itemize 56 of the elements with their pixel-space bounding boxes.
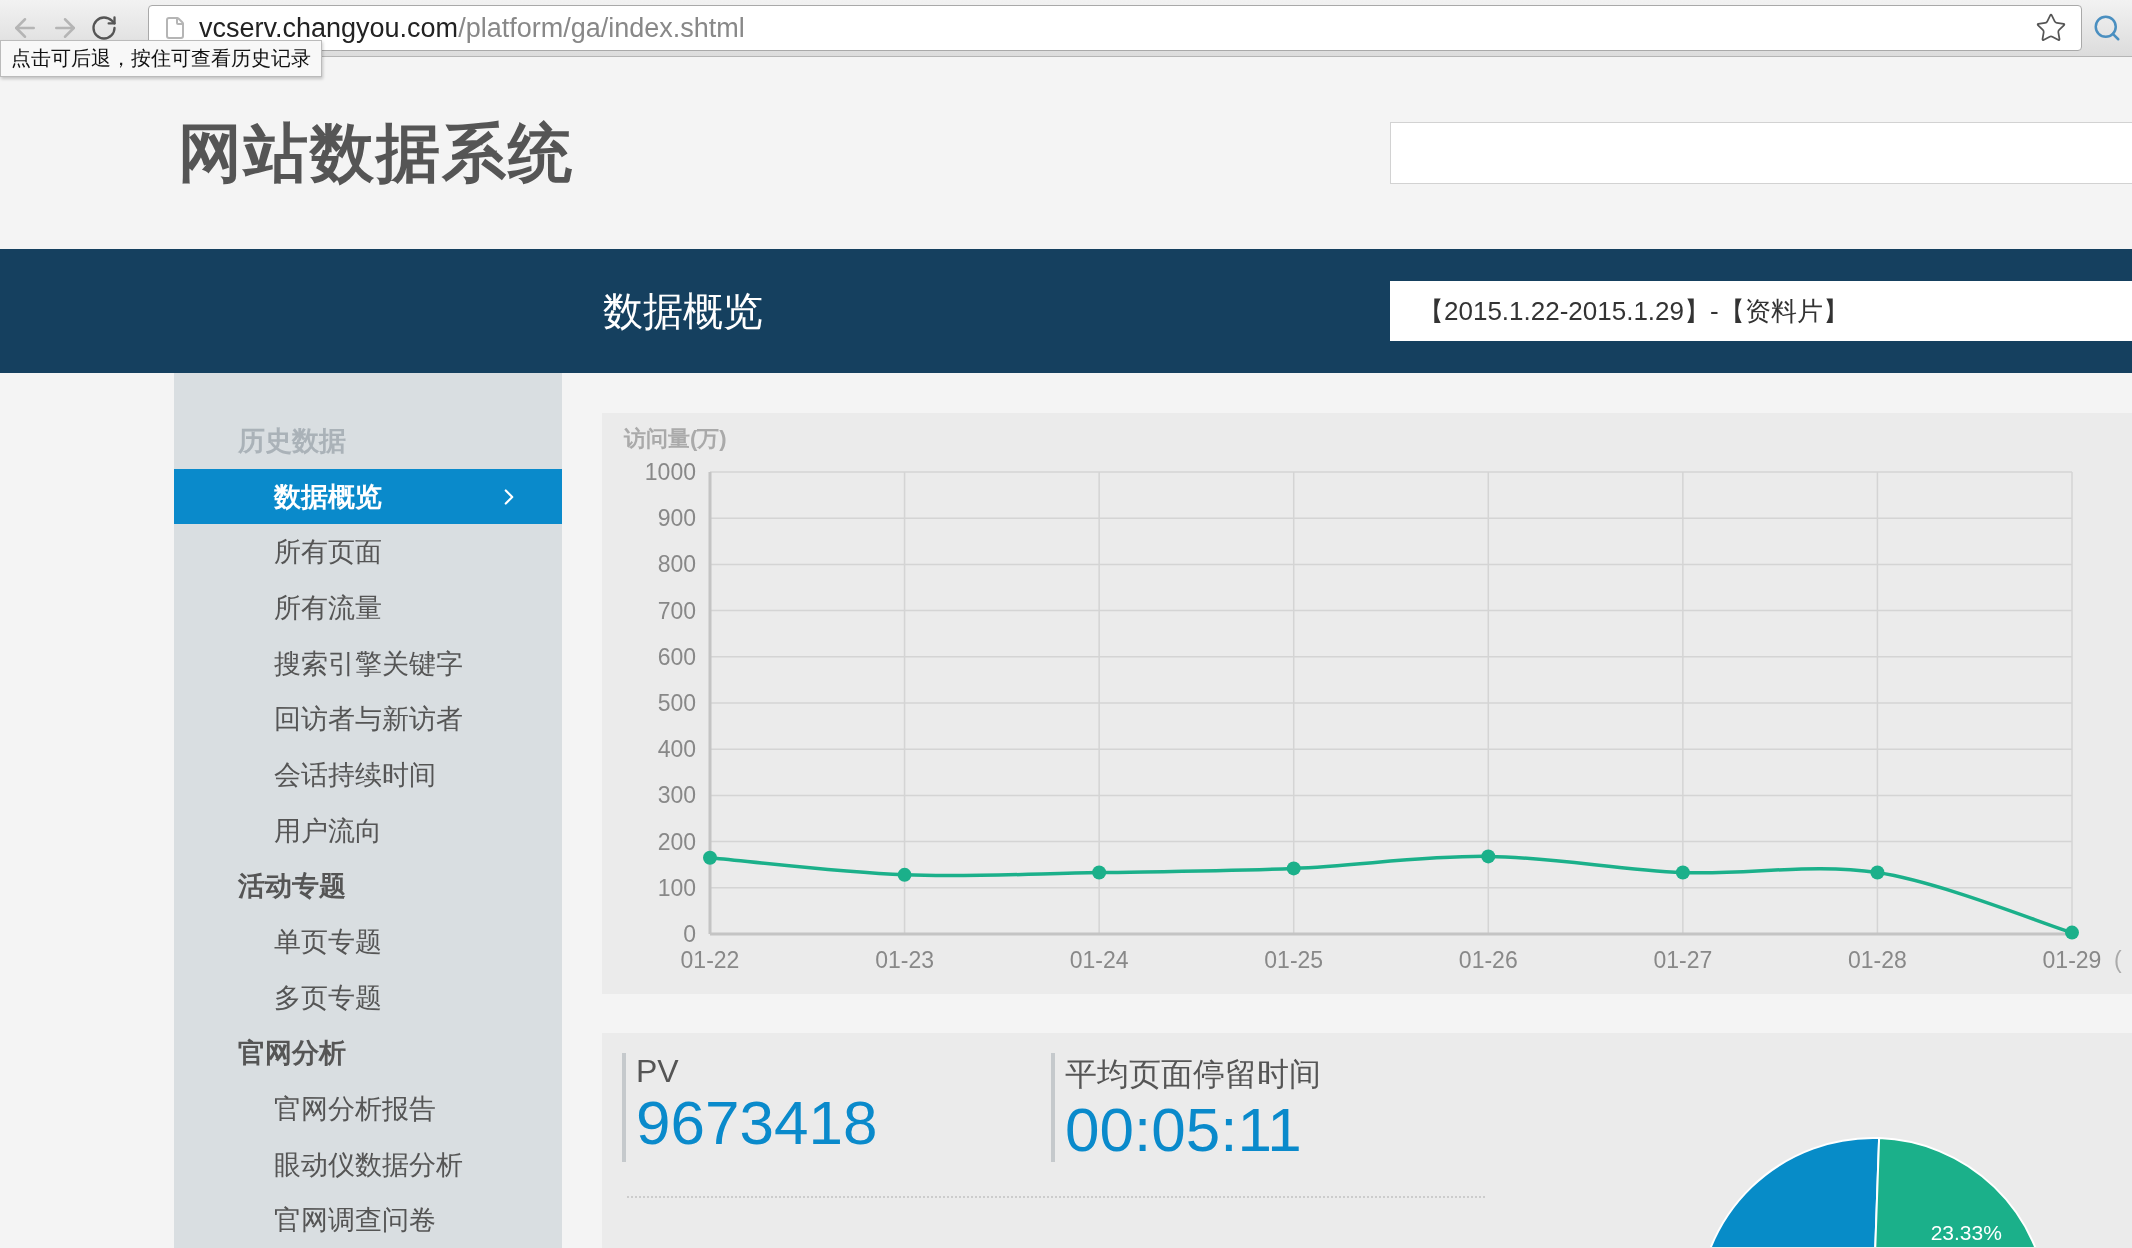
axis-tick-label: 100	[657, 874, 696, 901]
nav-group-label: 官网分析	[237, 1037, 347, 1071]
nav-item[interactable]: 所有页面	[174, 524, 562, 580]
date-range: 【2015.1.22-2015.1.29】-【资料片】	[1390, 281, 2132, 341]
axis-tick-label: 300	[657, 782, 696, 809]
slice-label: 23.33%	[1930, 1221, 2002, 1244]
axis-tick-label: 01-28	[1848, 947, 1907, 973]
axis-tick-label: 800	[657, 551, 696, 578]
axis-tick-label: 01-24	[1069, 947, 1129, 973]
axis-tick-label: 700	[657, 597, 696, 624]
axis-tick-label: 01-23	[875, 947, 934, 973]
tooltip: 点击可后退，按住可查看历史记录	[0, 40, 322, 77]
nav-item[interactable]: 用户流向	[174, 802, 562, 859]
axis-tick-label: 01-25	[1264, 947, 1324, 973]
axis-tick-label: 900	[657, 505, 696, 532]
data-point	[1092, 865, 1107, 880]
axis-title: 访问量(万)	[624, 426, 727, 451]
star-icon[interactable]	[2035, 12, 2067, 44]
axis-tick-label: 01-27	[1653, 947, 1713, 973]
axis-tick-label: 0	[683, 921, 696, 947]
stat-label: PV	[636, 1053, 680, 1090]
reload-icon[interactable]	[90, 14, 118, 42]
nav-item[interactable]: 多页专题	[174, 969, 562, 1026]
axis-tick-label: 400	[657, 736, 696, 763]
stat-value: 9673418	[636, 1090, 879, 1156]
axis-tick-label: 600	[657, 643, 696, 670]
nav-item[interactable]: 所有流量	[174, 580, 562, 636]
page-title: 数据概览	[603, 287, 764, 335]
axis-tick-label: 01-22	[680, 947, 740, 973]
page-icon	[163, 16, 187, 40]
data-point	[703, 850, 717, 865]
data-point	[897, 867, 912, 882]
nav-item[interactable]: 数据概览	[174, 468, 562, 525]
data-point	[1481, 849, 1496, 864]
axis-tick-label: 1000	[644, 459, 696, 485]
site-title: 网站数据系统	[178, 115, 574, 191]
axis-tick-label: 500	[657, 690, 696, 716]
nav-item[interactable]: 官网调查问卷	[174, 1192, 562, 1248]
stat-value: 00:05:11	[1065, 1097, 1303, 1163]
search-icon[interactable]	[2092, 13, 2122, 43]
nav-item[interactable]: 搜索引擎关键字	[174, 635, 562, 692]
data-point	[1675, 865, 1690, 880]
axis-tick-label: 01-29	[2042, 947, 2102, 973]
axis-tick-label: 01-26	[1458, 947, 1518, 973]
nav-item[interactable]: 会话持续时间	[174, 747, 562, 803]
axis-tick-label: 200	[657, 828, 696, 855]
data-point	[1870, 865, 1885, 880]
nav-item[interactable]: 回访者与新访者	[174, 691, 562, 748]
data-point	[1286, 861, 1301, 876]
stat-label: 平均页面停留时间	[1065, 1055, 1322, 1094]
nav-item[interactable]: 单页专题	[174, 914, 562, 970]
data-point	[2065, 925, 2079, 940]
nav-group-label: 活动专题	[237, 870, 347, 904]
axis-title: (	[2114, 947, 2122, 973]
nav-item[interactable]: 眼动仪数据分析	[174, 1136, 562, 1193]
nav-item[interactable]: 官网分析报告	[174, 1081, 562, 1137]
